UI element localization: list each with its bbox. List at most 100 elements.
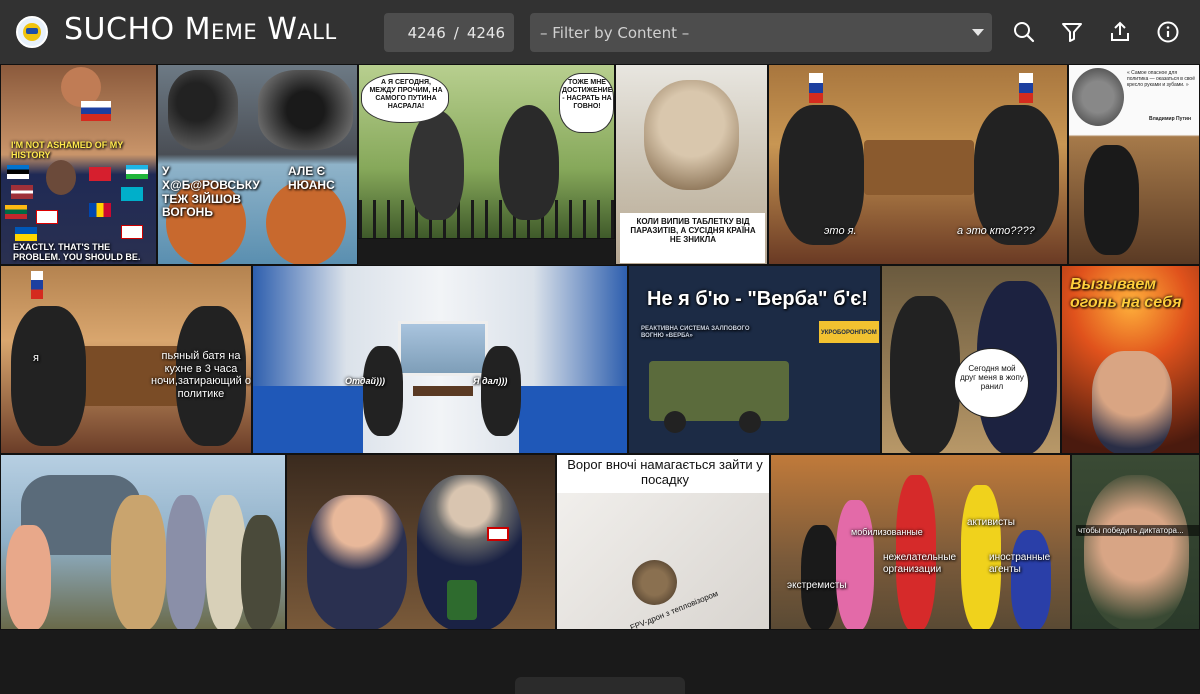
crow [409,110,464,220]
latvia-flag-icon [11,185,33,199]
meme-tile[interactable]: Не я б'ю - "Верба" б'є! РЕАКТИВНА СИСТЕМ… [628,265,881,454]
share-icon[interactable] [1108,20,1132,44]
meme-label-3: нежелательные организации [883,552,957,575]
counter-separator: / [453,23,459,42]
meme-caption: чтобы победить диктатора... [1076,525,1199,537]
meme-tile[interactable]: Отдай))) Я дал))) [252,265,628,454]
meme-caption-bubble: Сегодня мой друг меня в жопу ранил [960,364,1024,392]
person [241,515,281,629]
cat [644,80,739,190]
truck-wheel [739,411,761,433]
truck-wheel [664,411,686,433]
smoke-cloud [258,70,353,150]
person-suit [11,306,86,446]
person-suit [890,296,960,453]
russia-flag-icon [31,271,43,299]
ranger-pink [836,500,874,629]
table [864,140,974,195]
russia-flag-icon [809,73,823,103]
meme-tile[interactable]: мобилизованные активисты нежелательные о… [770,454,1071,630]
meme-tile[interactable]: А Я СЕГОДНЯ, МЕЖДУ ПРОЧИМ, НА САМОГО ПУТ… [358,64,615,239]
brand-label: УКРОБОРОНПРОМ [821,330,877,336]
search-icon[interactable] [1012,20,1036,44]
ukraine-flag-icon [15,227,37,241]
meme-tile[interactable]: « Самое опасное для политика — оказаться… [1068,64,1200,265]
table [413,386,473,396]
info-icon[interactable] [1156,20,1180,44]
meme-tile[interactable]: чтобы победить диктатора... [1071,454,1200,630]
meme-caption-right: ТОЖЕ МНЕ ДОСТИЖЕНИЕ - НАСРАТЬ НА ГОВНО! [562,79,613,111]
meme-tile[interactable]: Ворог вночі намагається зайти у посадку … [556,454,770,630]
meme-tile[interactable] [286,454,556,630]
counter-current: 4246 [407,23,446,42]
sucho-logo[interactable] [16,16,48,48]
meme-caption-right: а это кто???? [957,225,1035,237]
bottom-toolbar[interactable] [515,677,685,694]
meme-tile[interactable] [0,454,286,630]
meme-label-4: иностранные агенты [989,552,1051,575]
app-title: SUCHO Meme Wall [64,12,337,47]
person-suit [974,105,1059,245]
meme-tile[interactable]: Сегодня мой друг меня в жопу ранил [881,265,1061,454]
ranger-black [801,525,839,629]
content-filter-select[interactable]: – Filter by Content – [530,13,992,52]
crow [499,105,559,220]
person [166,495,206,629]
moldova-flag-icon [89,203,111,217]
meme-title: Вызываем огонь на себя [1070,276,1182,312]
app-header: SUCHO Meme Wall 4246 / 4246 – Filter by … [0,0,1200,64]
dropdown-caret-icon [972,29,984,36]
filter-placeholder: – Filter by Content – [540,23,690,42]
meme-quote: « Самое опасное для политика — оказаться… [1127,70,1195,88]
meme-caption-top: I'M NOT ASHAMED OF MY HISTORY [11,140,124,161]
person-suit [307,495,407,629]
bench [253,386,363,453]
smoke-cloud [168,70,238,150]
filter-icon[interactable] [1060,20,1084,44]
person [6,525,51,629]
meme-subtitle: РЕАКТИВНА СИСТЕМА ЗАЛПОВОГО ВОГНЮ «ВЕРБА… [641,326,750,339]
meme-caption-bottom: КОЛИ ВИПИВ ТАБЛЕТКУ ВІД ПАРАЗИТІВ, А СУС… [630,217,756,245]
meme-label-1: мобилизованные [851,527,923,537]
meme-caption-right: Я дал))) [473,376,508,386]
meme-caption-right: АЛЕ Є НЮАНС [288,164,335,192]
cat [632,560,677,605]
estonia-flag-icon [7,165,29,179]
person-suit [1084,145,1139,255]
meme-figure [46,160,76,195]
meme-quote-author: Владимир Путин [1149,116,1192,122]
meme-tile[interactable]: Вызываем огонь на себя [1061,265,1200,454]
lithuania-flag-icon [5,205,27,219]
person [111,495,166,629]
meme-label-2: активисты [967,517,1015,528]
meme-tile[interactable]: это я. а это кто???? [768,64,1068,265]
counter-total: 4246 [466,23,505,42]
person-suit [363,346,403,436]
meme-label-5: экстремисты [787,580,847,591]
russia-flag-icon [81,101,111,121]
russia-flag-icon [1019,73,1033,103]
jar [447,580,477,620]
meme-title: Не я б'ю - "Верба" б'є! [647,288,868,310]
person-portrait [1092,351,1172,453]
meme-tile[interactable]: I'M NOT ASHAMED OF MY HISTORY EXACTLY. T… [0,64,157,265]
kyrgyzstan-flag-icon [89,167,111,181]
uzbekistan-flag-icon [126,165,148,179]
meme-grid: I'M NOT ASHAMED OF MY HISTORY EXACTLY. T… [0,64,1200,694]
ranger-blue [1011,530,1051,629]
train-window [398,321,488,376]
meme-tile[interactable]: У Х@Б@РОВСЬКУ ТЕЖ ЗІЙШОВ ВОГОНЬ АЛЕ Є НЮ… [157,64,358,265]
meme-tile[interactable]: я пьяный батя на кухне в 3 часа ночи,зат… [0,265,252,454]
person-portrait [1084,475,1189,629]
meme-counter[interactable]: 4246 / 4246 [384,13,514,52]
monkey-puppet [266,180,346,264]
meme-tile[interactable]: КОЛИ ВИПИВ ТАБЛЕТКУ ВІД ПАРАЗИТІВ, А СУС… [615,64,768,265]
bench [519,386,627,453]
meme-caption-bottom: EXACTLY. THAT'S THE PROBLEM. YOU SHOULD … [13,242,141,263]
meme-caption-left: Отдай))) [345,376,385,386]
georgia-flag-icon [121,225,143,239]
meme-caption-left: я [33,352,39,364]
armband-icon [487,527,509,541]
kazakhstan-flag-icon [121,187,143,201]
meme-caption-left: это я. [824,225,857,237]
